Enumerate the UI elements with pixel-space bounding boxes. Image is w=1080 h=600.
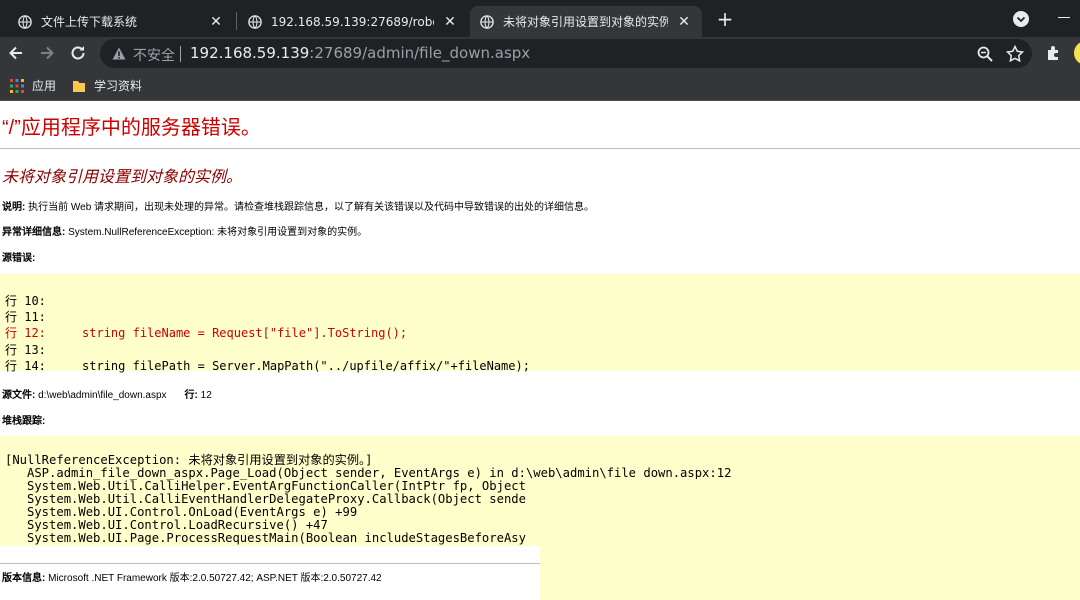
source-code-block: 行 10: 行 11: 行 12: string fileName = Requ… [0, 274, 1080, 373]
folder-icon [73, 80, 85, 92]
url-path: :27689/admin/file_down.aspx [309, 44, 531, 62]
tab-strip: 文件上传下载系统 ✕ 192.168.59.139:27689/robots.t… [0, 0, 1080, 37]
exception-line: 异常详细信息: System.NullReferenceException: 未… [2, 223, 367, 238]
version-label: 版本信息: [2, 573, 46, 584]
description-label: 说明: [2, 202, 26, 213]
bookmark-label: 应用 [32, 79, 57, 93]
browser-toolbar: 不安全 192.168.59.139:27689/admin/file_down… [0, 37, 1080, 70]
page-title: “/”应用程序中的服务器错误。 [2, 117, 261, 139]
warning-icon[interactable] [112, 47, 126, 60]
bookmark-star-icon[interactable] [1006, 45, 1024, 63]
bookmark-study-materials[interactable]: 学习资料 [72, 77, 142, 94]
bookmark-apps[interactable]: 应用 [10, 77, 56, 94]
version-text: Microsoft .NET Framework 版本:2.0.50727.42… [45, 573, 382, 584]
zoom-icon[interactable] [976, 45, 994, 63]
avatar[interactable] [1074, 41, 1080, 65]
url-text[interactable]: 192.168.59.139:27689/admin/file_down.asp… [190, 44, 530, 62]
description-line: 说明: 执行当前 Web 请求期间，出现未处理的异常。请检查堆栈跟踪信息，以了解… [2, 198, 594, 213]
bookmark-label: 学习资料 [94, 79, 143, 93]
reload-icon[interactable] [68, 43, 88, 63]
close-icon[interactable]: ✕ [442, 14, 458, 30]
tab-file-system[interactable]: 文件上传下载系统 ✕ [8, 6, 234, 37]
apps-grid-icon [10, 78, 24, 93]
version-line: 版本信息: Microsoft .NET Framework 版本:2.0.50… [2, 569, 382, 584]
security-status[interactable]: 不安全 [133, 45, 175, 65]
tab-robots[interactable]: 192.168.59.139:27689/robots.t ✕ [238, 6, 468, 37]
source-file-line: 源文件: d:\web\admin\file_down.aspx 行: 12 [2, 386, 212, 401]
stack-trace-label: 堆栈跟踪: [2, 416, 46, 427]
address-bar[interactable]: 不安全 192.168.59.139:27689/admin/file_down… [100, 39, 1032, 68]
tab-error-page[interactable]: 未将对象引用设置到对象的实例。 ✕ [470, 6, 702, 37]
source-line: 行 10: [5, 294, 46, 308]
stack-line: System.Web.UI.Page.ProcessRequestMain(Bo… [5, 531, 526, 545]
source-error-label: 源错误: [2, 253, 36, 264]
source-file-value: d:\web\admin\file_down.aspx [35, 390, 167, 401]
source-line: 行 13: [5, 343, 46, 357]
address-divider [180, 46, 181, 62]
tab-title: 文件上传下载系统 [41, 15, 138, 29]
tab-title: 未将对象引用设置到对象的实例。 [503, 15, 668, 29]
forward-icon[interactable] [37, 43, 57, 63]
back-icon[interactable] [6, 43, 26, 63]
globe-icon [18, 14, 32, 29]
url-host: 192.168.59.139 [190, 44, 310, 62]
exception-label: 异常详细信息: [2, 227, 66, 238]
error-heading: 未将对象引用设置到对象的实例。 [2, 169, 243, 186]
description-text: 执行当前 Web 请求期间，出现未处理的异常。请检查堆栈跟踪信息，以了解有关该错… [25, 202, 595, 213]
line-value: 12 [197, 390, 212, 401]
close-icon[interactable]: ✕ [208, 14, 224, 30]
source-line-error: 行 12: string fileName = Request["file"].… [5, 326, 408, 340]
page-content: “/”应用程序中的服务器错误。 未将对象引用设置到对象的实例。 说明: 执行当前… [0, 101, 1080, 600]
globe-icon [248, 14, 262, 29]
tab-divider [236, 12, 237, 30]
globe-icon [480, 14, 494, 29]
source-line: 行 14: string filePath = Server.MapPath("… [5, 359, 530, 373]
line-label: 行: [184, 390, 198, 401]
extensions-icon[interactable] [1045, 44, 1063, 62]
minimize-icon[interactable] [1058, 17, 1070, 18]
source-line: 行 11: [5, 310, 46, 324]
exception-text: System.NullReferenceException: 未将对象引用设置到… [65, 227, 368, 238]
overlay-panel [540, 479, 1080, 600]
tab-search-icon[interactable] [1012, 10, 1030, 28]
source-file-label: 源文件: [2, 390, 36, 401]
bookmarks-bar: 应用 学习资料 [0, 70, 1080, 101]
title-divider [0, 148, 1080, 149]
close-icon[interactable]: ✕ [676, 14, 692, 30]
new-tab-button[interactable]: + [714, 8, 736, 30]
tab-title: 192.168.59.139:27689/robots.t [271, 14, 434, 29]
footer-divider [0, 563, 540, 564]
